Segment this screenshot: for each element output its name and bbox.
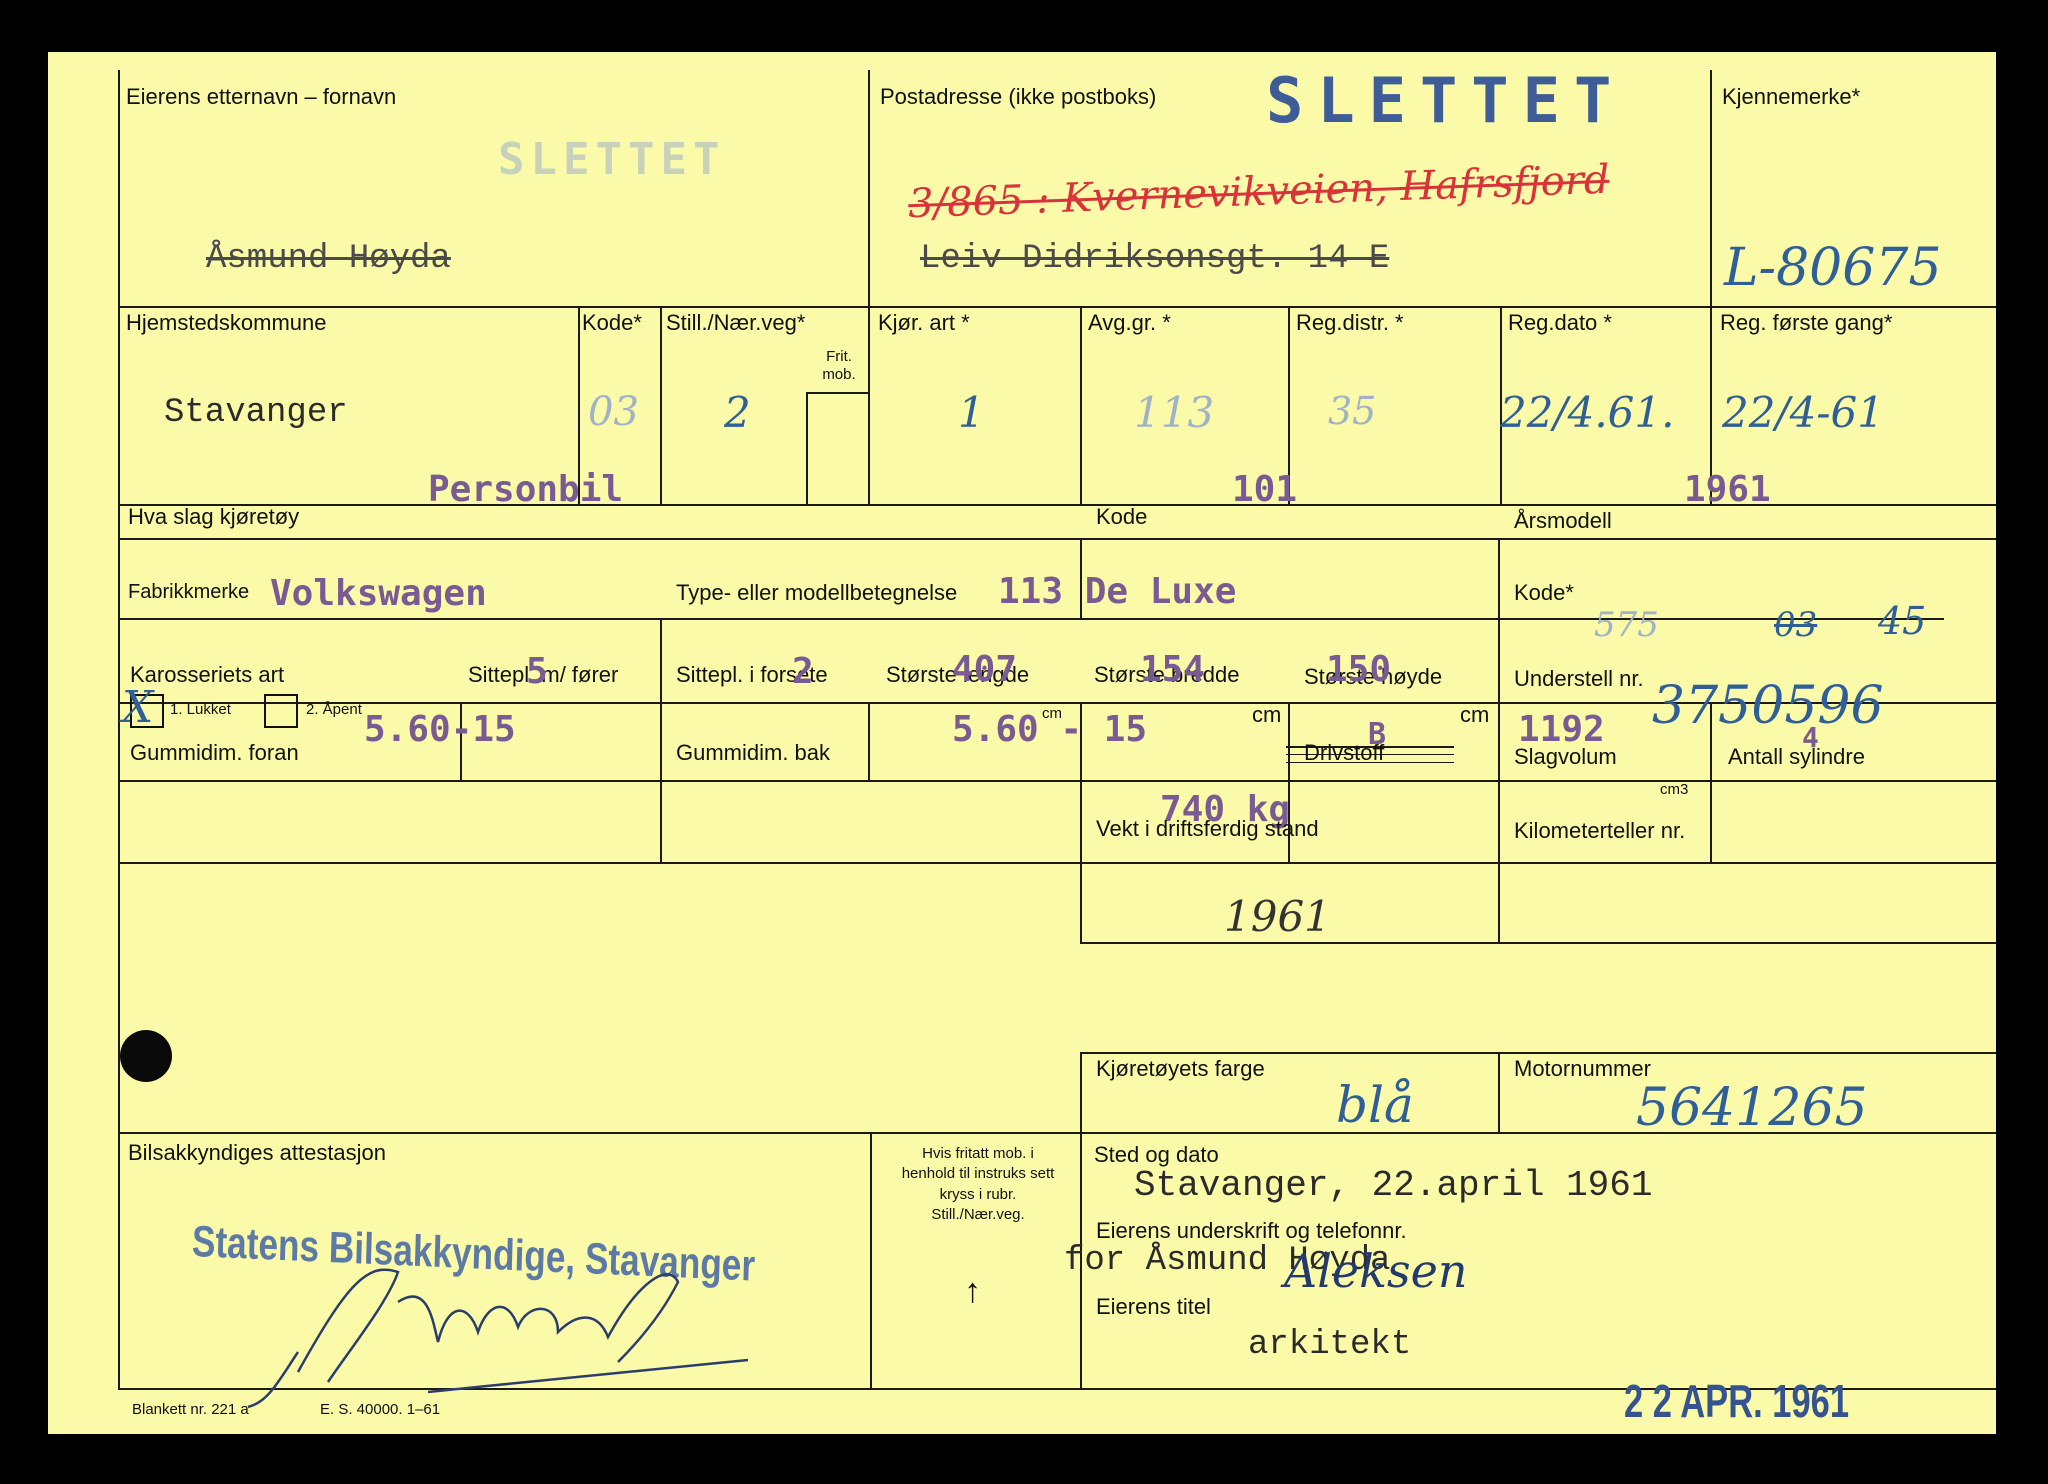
bredde-value: 154 [1140,649,1206,690]
hoyde-unit: cm [1460,702,1490,727]
year-handwritten: 1961 [1224,892,1331,941]
vekt-label: Vekt i driftsferdig stand [1096,816,1319,841]
kjor-art-value: 1 [958,388,985,437]
fabrikk-value: Volkswagen [270,573,487,614]
reg-dato-label: Reg.dato * [1508,310,1612,335]
fabrikk-label: Fabrikkmerke [128,581,250,603]
address-typed: Leiv Didriksonsgt. 14 E [920,240,1390,278]
plate-value: L-80675 [1724,238,1942,298]
avg-gr-value: 113 [1134,388,1215,437]
understell-value: 3750596 [1652,676,1884,736]
gummi-bak-label: Gummidim. bak [676,740,831,765]
kode-label: Kode* [582,310,642,335]
header-divider-1 [868,70,870,308]
registration-card: Eierens etternavn – fornavn SLETTET Åsmu… [48,52,1996,1434]
row2-top-line [118,306,1996,308]
titel-value: arkitekt [1248,1326,1412,1364]
blankett-number: Blankett nr. 221 a [132,1401,249,1418]
address-handwritten: 3/865 : Kvernevikveien, Hafrsfjord [907,156,1611,228]
kilometerteller-label: Kilometerteller nr. [1514,818,1686,843]
attest-label: Bilsakkyndiges attestasjon [128,1140,387,1165]
inspector-signature [247,1268,749,1409]
owner-name-label: Eierens etternavn – fornavn [126,84,397,109]
owner-name-value: Åsmund Høyda [206,240,451,278]
arsmodell-value: 1961 [1684,469,1771,510]
left-margin-line [118,70,120,1390]
farge-value: blå [1336,1076,1414,1134]
slettet-stamp: SLETTET [1266,64,1626,137]
gummi-foran-value: 5.60-15 [364,709,516,750]
kode-value: 03 [588,389,639,435]
motor-label: Motornummer [1514,1056,1651,1081]
kode2-faint: 575 [1594,605,1659,645]
underskrift-label: Eierens underskrift og telefonnr. [1096,1218,1407,1243]
plate-label: Kjennemerke* [1722,84,1861,109]
sittepl-value: 5 [526,651,548,692]
titel-label: Eierens titel [1096,1294,1211,1319]
bredde-unit: cm [1252,702,1282,727]
reg-forste-label: Reg. første gang* [1720,310,1893,335]
header-divider-2 [1710,70,1712,308]
print-code: E. S. 40000. 1–61 [320,1401,441,1418]
avg-gr-label: Avg.gr. * [1088,310,1171,335]
kode2-label: Kode* [1514,580,1574,605]
date-stamp: 2 2 APR. 1961 [1624,1375,1850,1427]
type-label: Type- eller modellbetegnelse [676,580,958,605]
reg-distr-label: Reg.distr. * [1296,310,1404,335]
address-label: Postadresse (ikke postboks) [880,84,1157,109]
sittepl-forsete-value: 2 [792,651,814,692]
punch-hole [120,1030,172,1082]
hoyde-value: 150 [1326,649,1392,690]
frit-mob-label: Frit. mob. [822,348,856,383]
motor-value: 5641265 [1636,1078,1868,1138]
vehicle-kode-label: Kode [1096,504,1148,529]
type-value: 113 De Luxe [998,571,1237,612]
fritatt-note: Hvis fritatt mob. i henhold til instruks… [901,1145,1055,1223]
kode2-value: 45 [1878,599,1927,643]
vehicle-kind-label: Hva slag kjøretøy [128,504,300,529]
lukket-label: 1. Lukket [170,701,231,718]
reg-distr-value: 35 [1328,389,1377,433]
slagvolum-value: 1192 [1518,709,1605,750]
gummi-foran-label: Gummidim. foran [130,740,299,765]
sted-value: Stavanger, 22.april 1961 [1134,1165,1653,1206]
kjor-art-label: Kjør. art * [878,310,970,335]
sted-label: Sted og dato [1094,1142,1219,1167]
drivstoff-label: Drivstoff [1304,740,1385,765]
still-label: Still./Nær.veg* [666,310,806,335]
farge-label: Kjøretøyets farge [1096,1056,1265,1081]
sylindre-label: Antall sylindre [1728,744,1865,769]
slagvolum-label: Slagvolum [1514,744,1617,769]
still-value: 2 [724,388,751,437]
apent-label: 2. Åpent [306,701,362,718]
faded-slettet-stamp: SLETTET [498,134,726,185]
hjemsted-label: Hjemstedskommune [126,310,327,335]
arsmodell-label: Årsmodell [1514,508,1612,533]
apent-checkbox[interactable] [264,694,298,728]
owner-signature: Aleksen [1284,1244,1468,1298]
arrow-up-icon: ↑ [964,1272,981,1310]
kode2-struck: 03 [1774,605,1818,645]
karosseri-label: Karosseriets art [130,662,285,687]
vehicle-kode-value: 101 [1232,469,1298,510]
slagvolum-unit: cm3 [1660,781,1689,798]
reg-dato-value: 22/4.61. [1500,388,1675,437]
reg-forste-value: 22/4-61 [1722,388,1884,437]
lukket-mark: X [122,682,154,733]
vehicle-kind-value: Personbil [428,469,624,510]
understell-label: Understell nr. [1514,666,1644,691]
gummi-bak-value: 5.60 - 15 [952,709,1148,750]
lengde-value: 407 [952,649,1018,690]
hjemsted-value: Stavanger [164,394,348,432]
